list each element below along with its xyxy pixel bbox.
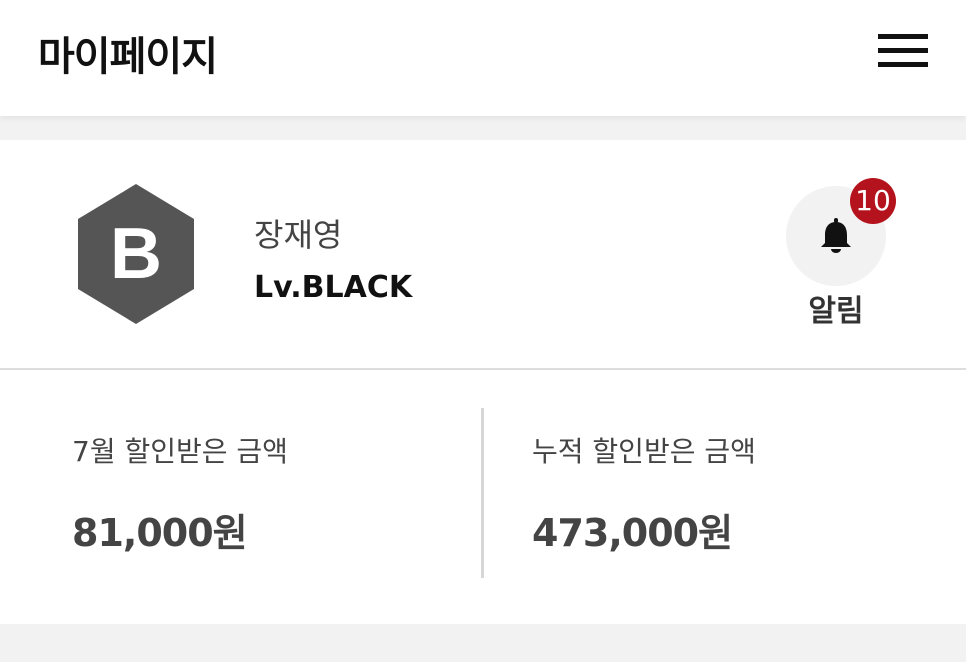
menu-line bbox=[878, 62, 928, 67]
top-header: 마이페이지 bbox=[0, 0, 966, 116]
user-name: 장재영 bbox=[254, 216, 343, 254]
notification-label: 알림 bbox=[808, 294, 864, 329]
profile-card: B 장재영 Lv.BLACK 10 알림 bbox=[0, 140, 966, 368]
menu-line bbox=[878, 34, 928, 39]
user-level: Lv.BLACK bbox=[254, 270, 413, 305]
hamburger-menu-icon[interactable] bbox=[868, 30, 938, 74]
monthly-discount-label: 7월 할인받은 금액 bbox=[72, 435, 288, 468]
bell-icon bbox=[821, 218, 851, 253]
notification-count-badge: 10 bbox=[850, 178, 896, 224]
cumulative-discount-value: 473,000원 bbox=[532, 511, 733, 555]
cumulative-discount-label: 누적 할인받은 금액 bbox=[532, 435, 756, 468]
monthly-discount-value: 81,000원 bbox=[72, 511, 248, 555]
stats-divider bbox=[481, 408, 484, 578]
page-title: 마이페이지 bbox=[38, 34, 218, 80]
grade-badge-icon: B bbox=[78, 184, 194, 324]
grade-badge-letter: B bbox=[110, 214, 162, 294]
menu-line bbox=[878, 48, 928, 53]
discount-stats: 7월 할인받은 금액 81,000원 누적 할인받은 금액 473,000원 bbox=[0, 370, 966, 624]
